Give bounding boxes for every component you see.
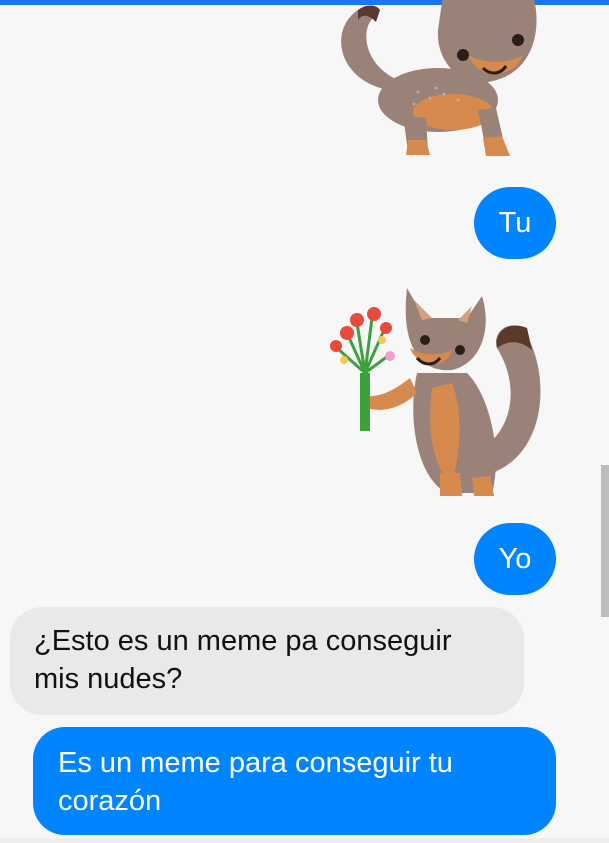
chat-screen: Tu Yo ¿Esto es un meme pa conseguir mis … xyxy=(0,0,609,843)
divider xyxy=(0,838,609,843)
fox-sticker-icon[interactable] xyxy=(318,0,548,165)
message-text: ¿Esto es un meme pa conseguir mis nudes? xyxy=(34,625,452,695)
message-text: Tu xyxy=(498,207,532,239)
message-bubble-incoming[interactable]: ¿Esto es un meme pa conseguir mis nudes? xyxy=(10,607,524,715)
message-bubble-outgoing[interactable]: Yo xyxy=(474,523,556,595)
message-bubble-outgoing[interactable]: Tu xyxy=(474,187,556,259)
fox-with-flowers-sticker-icon[interactable] xyxy=(322,278,552,500)
message-text: Es un meme para conseguir tu corazón xyxy=(58,747,453,817)
message-text: Yo xyxy=(498,543,532,575)
scrollbar-thumb[interactable] xyxy=(601,465,609,617)
message-bubble-outgoing[interactable]: Es un meme para conseguir tu corazón xyxy=(33,727,556,835)
